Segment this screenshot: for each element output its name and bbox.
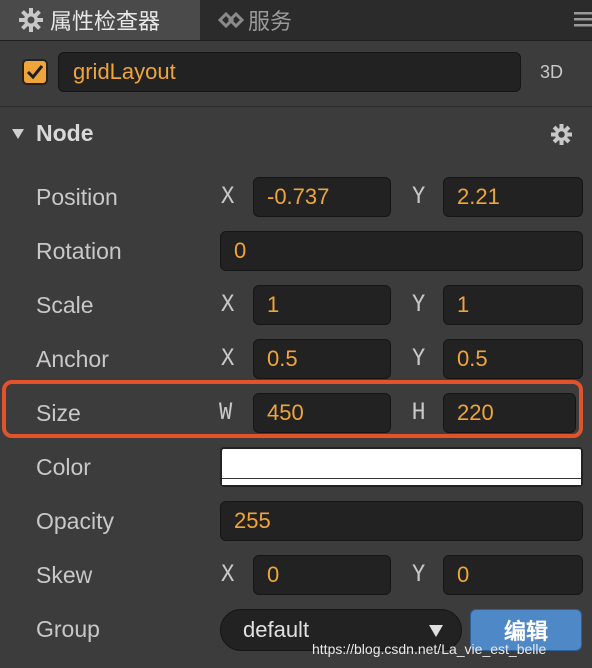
node-name-input[interactable]: gridLayout: [58, 52, 521, 92]
section-title-node[interactable]: Node: [36, 120, 94, 147]
settings-gear-icon[interactable]: [551, 124, 572, 145]
scale-x-value: 1: [267, 292, 280, 317]
tab-inspector[interactable]: 属性检查器: [0, 0, 200, 40]
scale-x-axis-label: X: [221, 292, 235, 317]
tab-inspector-label: 属性检查器: [50, 9, 161, 34]
gear-icon: [18, 7, 44, 33]
position-x-value: -0.737: [267, 184, 330, 209]
watermark: https://blog.csdn.net/La_vie_est_belle: [312, 641, 547, 657]
rotation-value: 0: [234, 238, 247, 263]
position-y-value: 2.21: [457, 184, 500, 209]
position-y-axis-label: Y: [412, 184, 426, 209]
divider: [0, 106, 592, 107]
scale-y-axis-label: Y: [412, 292, 426, 317]
node-enabled-checkbox[interactable]: [22, 59, 48, 85]
skew-y-axis-label: Y: [412, 562, 426, 587]
alpha-bar: [222, 478, 581, 485]
anchor-x-axis-label: X: [221, 346, 235, 371]
node-name-value: gridLayout: [73, 59, 176, 84]
position-label: Position: [36, 184, 118, 210]
cloud-link-icon: [216, 7, 245, 33]
opacity-label: Opacity: [36, 508, 114, 534]
position-x-input[interactable]: -0.737: [253, 177, 391, 217]
position-y-input[interactable]: 2.21: [443, 177, 583, 217]
skew-y-value: 0: [457, 562, 470, 587]
scale-x-input[interactable]: 1: [253, 285, 391, 325]
collapse-triangle-icon[interactable]: [12, 129, 24, 139]
anchor-x-value: 0.5: [267, 346, 298, 371]
tab-services-label: 服务: [248, 9, 293, 34]
rotation-label: Rotation: [36, 238, 122, 264]
skew-x-input[interactable]: 0: [253, 555, 391, 595]
rotation-input[interactable]: 0: [220, 231, 583, 271]
group-selected-value: default: [243, 617, 310, 642]
anchor-y-axis-label: Y: [412, 346, 426, 371]
checkmark-icon: [26, 65, 44, 80]
anchor-x-input[interactable]: 0.5: [253, 339, 391, 379]
scale-label: Scale: [36, 292, 94, 318]
dropdown-caret-icon: [429, 625, 443, 637]
opacity-input[interactable]: 255: [220, 501, 583, 541]
skew-x-value: 0: [267, 562, 280, 587]
color-label: Color: [36, 454, 91, 480]
tab-services[interactable]: 服务: [216, 0, 292, 40]
anchor-label: Anchor: [36, 346, 109, 372]
skew-x-axis-label: X: [221, 562, 235, 587]
size-highlight-box: [2, 380, 583, 438]
color-swatch[interactable]: [220, 447, 583, 487]
scale-y-input[interactable]: 1: [443, 285, 583, 325]
group-label: Group: [36, 616, 100, 642]
skew-label: Skew: [36, 562, 93, 588]
scale-y-value: 1: [457, 292, 470, 317]
anchor-y-input[interactable]: 0.5: [443, 339, 583, 379]
anchor-y-value: 0.5: [457, 346, 488, 371]
menu-icon[interactable]: [572, 9, 592, 29]
skew-y-input[interactable]: 0: [443, 555, 583, 595]
position-x-axis-label: X: [221, 184, 235, 209]
opacity-value: 255: [234, 508, 271, 533]
3d-toggle-label[interactable]: 3D: [540, 62, 563, 83]
